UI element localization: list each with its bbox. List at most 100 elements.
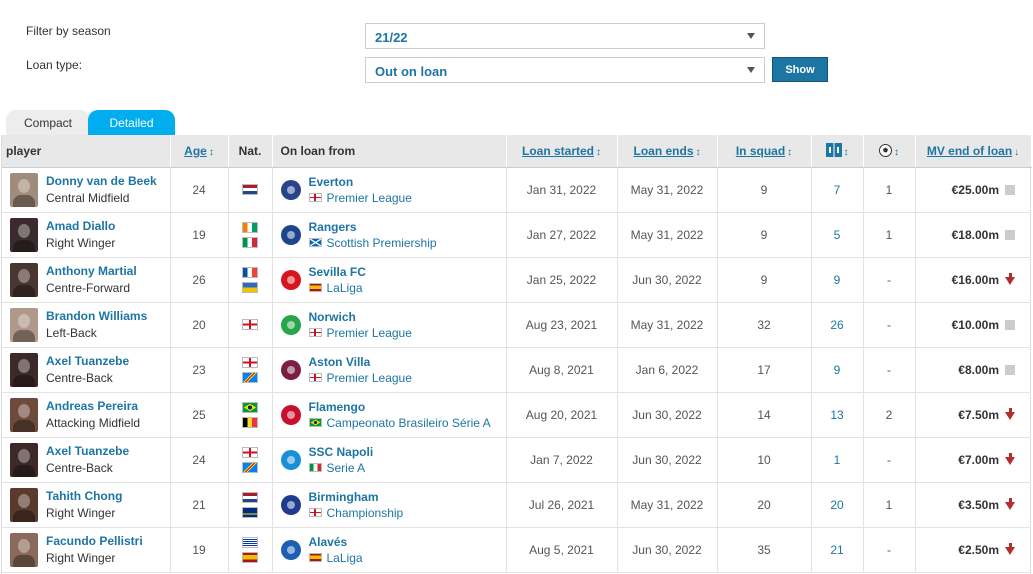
player-photo[interactable]	[10, 172, 38, 207]
appearances-cell[interactable]: 26	[811, 302, 864, 348]
age-cell: 23	[170, 347, 229, 393]
league-flag-icon	[308, 283, 322, 292]
league-name[interactable]: Premier League	[327, 190, 412, 206]
league-link[interactable]: Premier League	[308, 325, 412, 341]
player-photo[interactable]	[10, 352, 38, 387]
player-photo[interactable]	[10, 217, 38, 252]
league-flag-icon	[308, 418, 322, 427]
player-name-link[interactable]: Donny van de Beek	[46, 173, 157, 190]
club-name-link[interactable]: Alavés	[309, 534, 363, 550]
player-name-link[interactable]: Brandon Williams	[46, 308, 147, 325]
appearances-cell[interactable]: 21	[811, 527, 864, 573]
appearances-link[interactable]: 21	[830, 543, 843, 557]
goals-cell: -	[863, 257, 916, 303]
appearances-cell[interactable]: 5	[811, 212, 864, 258]
appearances-link[interactable]: 9	[834, 273, 841, 287]
club-crest-icon[interactable]	[280, 539, 301, 560]
league-name[interactable]: Premier League	[327, 370, 412, 386]
appearances-link[interactable]: 26	[830, 318, 843, 332]
player-name-link[interactable]: Tahith Chong	[46, 488, 122, 505]
season-select[interactable]: 21/22	[365, 23, 765, 49]
player-photo[interactable]	[10, 397, 38, 432]
appearances-link[interactable]: 5	[834, 228, 841, 242]
appearances-link[interactable]: 7	[834, 183, 841, 197]
player-cell: Axel Tuanzebe Centre-Back	[2, 347, 171, 393]
col-header-in-squad[interactable]: In squad ↕	[717, 135, 812, 168]
league-name[interactable]: LaLiga	[327, 280, 363, 296]
league-name[interactable]: Campeonato Brasileiro Série A	[327, 415, 491, 431]
league-link[interactable]: Scottish Premiership	[308, 235, 437, 251]
player-name-link[interactable]: Axel Tuanzebe	[46, 353, 129, 370]
player-name-link[interactable]: Anthony Martial	[46, 263, 137, 280]
appearances-cell[interactable]: 13	[811, 392, 864, 438]
player-photo[interactable]	[10, 442, 38, 477]
col-header-loan-started[interactable]: Loan started ↕	[506, 135, 618, 168]
club-crest-icon[interactable]	[280, 314, 301, 335]
club-crest-icon[interactable]	[280, 449, 301, 470]
league-link[interactable]: Championship	[308, 505, 404, 521]
loan-started-sort-link[interactable]: Loan started	[522, 144, 594, 158]
loan-ends-sort-link[interactable]: Loan ends	[633, 144, 693, 158]
in-squad-cell: 10	[717, 437, 812, 483]
col-header-appearances[interactable]: ↕	[811, 135, 864, 168]
appearances-cell[interactable]: 9	[811, 347, 864, 393]
appearances-link[interactable]: 20	[830, 498, 843, 512]
league-name[interactable]: LaLiga	[327, 550, 363, 566]
player-photo[interactable]	[10, 532, 38, 567]
club-crest-icon[interactable]	[280, 404, 301, 425]
player-name-link[interactable]: Amad Diallo	[46, 218, 115, 235]
player-name-link[interactable]: Andreas Pereira	[46, 398, 140, 415]
league-link[interactable]: LaLiga	[308, 280, 366, 296]
appearances-link[interactable]: 13	[830, 408, 843, 422]
player-name-link[interactable]: Axel Tuanzebe	[46, 443, 129, 460]
tab-detailed[interactable]: Detailed	[88, 110, 175, 135]
appearances-link[interactable]: 9	[834, 363, 841, 377]
player-photo[interactable]	[10, 487, 38, 522]
club-name-link[interactable]: SSC Napoli	[309, 444, 374, 460]
league-link[interactable]: LaLiga	[308, 550, 363, 566]
club-name-link[interactable]: Flamengo	[309, 399, 491, 415]
appearances-cell[interactable]: 1	[811, 437, 864, 483]
market-value-cell: €7.00m	[915, 437, 1031, 483]
club-name-link[interactable]: Aston Villa	[309, 354, 412, 370]
league-link[interactable]: Campeonato Brasileiro Série A	[308, 415, 491, 431]
club-crest-icon[interactable]	[280, 359, 301, 380]
club-name-link[interactable]: Rangers	[309, 219, 437, 235]
tab-compact[interactable]: Compact	[6, 110, 90, 135]
appearances-cell[interactable]: 7	[811, 167, 864, 213]
appearances-cell[interactable]: 20	[811, 482, 864, 528]
mv-end-sort-link[interactable]: MV end of loan	[927, 144, 1012, 158]
appearances-link[interactable]: 1	[834, 453, 841, 467]
col-header-goals[interactable]: ↕	[863, 135, 916, 168]
league-name[interactable]: Scottish Premiership	[327, 235, 437, 251]
age-sort-link[interactable]: Age	[184, 144, 207, 158]
league-name[interactable]: Premier League	[327, 325, 412, 341]
league-link[interactable]: Serie A	[308, 460, 374, 476]
club-name-link[interactable]: Birmingham	[309, 489, 404, 505]
col-header-loan-ends[interactable]: Loan ends ↕	[617, 135, 718, 168]
league-flag-icon	[308, 553, 322, 562]
col-header-age[interactable]: Age ↕	[170, 135, 229, 168]
league-link[interactable]: Premier League	[308, 370, 412, 386]
league-name[interactable]: Serie A	[327, 460, 366, 476]
col-header-mv-end[interactable]: MV end of loan ↓	[915, 135, 1032, 168]
player-photo[interactable]	[10, 262, 38, 297]
club-crest-icon[interactable]	[280, 494, 301, 515]
appearances-cell[interactable]: 9	[811, 257, 864, 303]
league-link[interactable]: Premier League	[308, 190, 412, 206]
loan-type-select[interactable]: Out on loan	[365, 57, 765, 83]
player-photo[interactable]	[10, 307, 38, 342]
league-name[interactable]: Championship	[327, 505, 404, 521]
club-crest-icon[interactable]	[280, 179, 301, 200]
unchanged-icon	[1005, 184, 1015, 195]
club-name-link[interactable]: Sevilla FC	[309, 264, 366, 280]
club-name-link[interactable]: Norwich	[309, 309, 412, 325]
show-button[interactable]: Show	[772, 57, 828, 82]
season-select-value: 21/22	[375, 30, 408, 45]
loan-from-cell: Flamengo Campeonato Brasileiro Série A	[272, 392, 507, 438]
club-name-link[interactable]: Everton	[309, 174, 412, 190]
in-squad-sort-link[interactable]: In squad	[736, 144, 785, 158]
club-crest-icon[interactable]	[280, 269, 301, 290]
club-crest-icon[interactable]	[280, 224, 301, 245]
player-name-link[interactable]: Facundo Pellistri	[46, 533, 143, 550]
